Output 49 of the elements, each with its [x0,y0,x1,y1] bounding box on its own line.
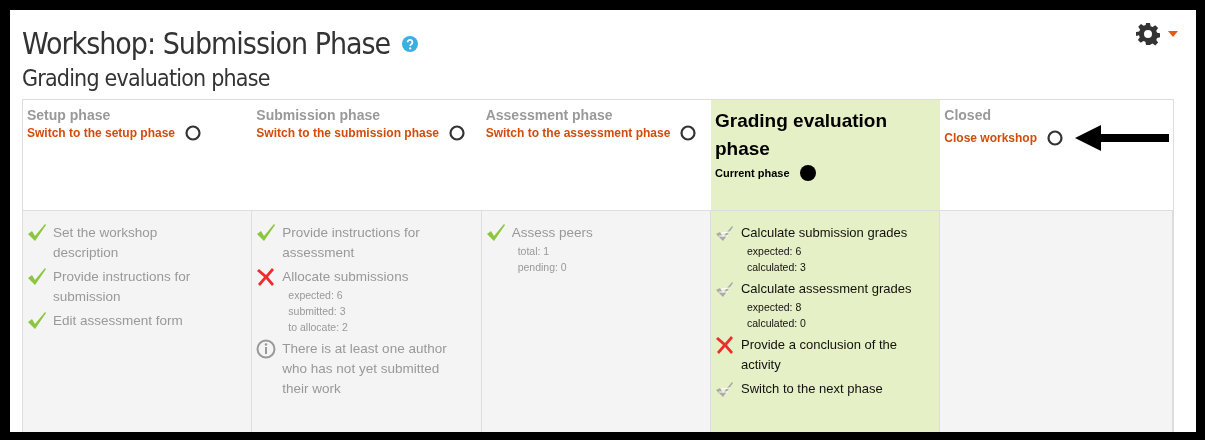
phase-link[interactable]: Switch to the assessment phase [485,126,671,140]
check-icon [485,223,506,243]
task-text: There is at least one author who has not yet submitted their work [282,340,448,398]
task-detail: calculated: 3 [747,260,807,275]
task-text: Provide instructions for assessment [282,224,421,262]
circle-icon[interactable] [449,125,466,141]
check-icon [256,223,277,243]
circle-icon[interactable] [1047,130,1063,146]
check-icon [27,223,47,243]
task-text: Calculate submission grades [741,224,908,242]
task-detail: expected: 6 [747,244,803,259]
cross-icon [715,335,735,355]
phase-link[interactable]: Close workshop [944,131,1037,145]
info-icon [256,339,277,359]
check-icon [27,311,47,331]
task-detail: to allocate: 2 [288,320,349,335]
phase-link[interactable]: Switch to the setup phase [27,126,176,140]
task-detail: expected: 6 [288,288,344,303]
caret-icon[interactable] [1168,31,1178,37]
task-text: Edit assessment form [53,312,183,330]
faded-check-icon [715,379,735,399]
phase-name: Submission phase [256,107,382,123]
task-text: Set the workshop description [53,224,159,262]
task-text: Calculate assessment grades [741,280,912,298]
settings-icon[interactable] [1136,22,1160,46]
phase-link[interactable]: Switch to the submission phase [256,126,440,140]
task-text: Allocate submissions [282,268,409,286]
page-title: Workshop: Submission Phase [22,26,391,61]
phase-name: Grading evaluation phase [715,109,889,161]
task-detail: pending: 0 [517,260,568,275]
task-text: Assess peers [511,224,593,242]
phase-name: Assessment phase [485,107,614,123]
circle-icon[interactable] [680,125,697,141]
phase-name: Closed [944,107,992,123]
faded-check-icon [715,279,735,299]
phase-name: Setup phase [27,107,112,123]
page-subtitle: Grading evaluation phase [22,65,271,91]
task-text: Provide instructions for submission [53,268,192,306]
task-detail: expected: 8 [747,300,803,315]
task-detail: submitted: 3 [288,304,347,319]
current-phase-label: Current phase [715,167,790,179]
task-detail: total: 1 [517,244,551,259]
task-text: Provide a conclusion of the activity [741,336,899,374]
check-icon [27,267,47,287]
task-text: Switch to the next phase [741,380,883,398]
task-detail: calculated: 0 [747,316,807,331]
faded-check-icon [715,223,735,243]
cross-icon [256,267,277,287]
circle-icon[interactable] [185,125,202,141]
